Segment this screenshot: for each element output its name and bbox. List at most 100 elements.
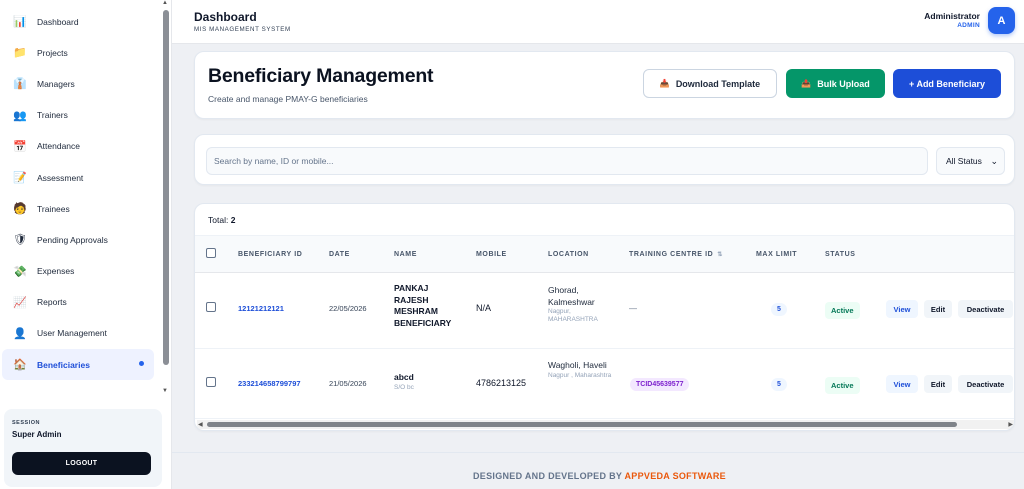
location-cell: Wagholi, Haveli Nagpur , Maharashtra [548,360,618,380]
sidebar-item-trainers[interactable]: 👥 Trainers [0,100,160,131]
mobile-cell: 4786213125 [476,378,527,388]
sort-icon[interactable]: ⇅ [717,252,723,258]
column-header-location[interactable]: LOCATION [548,251,589,258]
add-beneficiary-button[interactable]: + Add Beneficiary [893,69,1001,98]
sidebar-item-managers[interactable]: 👔 Managers [0,68,160,99]
sidebar-item-projects[interactable]: 📁 Projects [0,37,160,68]
sidebar-item-label: Reports [37,297,67,308]
header-subtitle: MIS MANAGEMENT SYSTEM [194,26,291,33]
sidebar-item-user-management[interactable]: 👤 User Management [0,318,160,349]
column-header-date[interactable]: DATE [329,251,350,258]
download-icon: 📥 [659,79,670,88]
footer-text: DESIGNED AND DEVELOPED BY [473,471,623,481]
total-label: Total: [208,215,229,225]
name-cell: abcd S/O bc [394,372,464,392]
deactivate-button[interactable]: Deactivate [958,300,1013,318]
active-indicator-dot [139,361,144,367]
table-row: 233214658799797 21/05/2026 abcd S/O bc 47… [195,349,1014,419]
location-primary: Wagholi, Haveli [548,360,607,370]
search-card: All Status ⌄ [194,134,1015,185]
sidebar-item-beneficiaries[interactable]: 🏠 Beneficiaries [2,349,154,381]
footer: DESIGNED AND DEVELOPED BY APPVEDA SOFTWA… [172,452,1024,489]
training-centre-cell: — [629,304,637,313]
download-template-label: Download Template [675,78,761,89]
footer-brand-link[interactable]: APPVEDA SOFTWARE [625,471,726,481]
sidebar-item-label: Beneficiaries [37,359,90,370]
beneficiary-id-link[interactable]: 233214658799797 [238,379,301,388]
user-name: Administrator [924,11,980,21]
name-primary: abcd [394,372,414,382]
manager-icon: 👔 [13,78,27,91]
column-header-status[interactable]: STATUS [825,251,856,258]
location-primary: Ghorad, Kalmeshwar [548,285,595,307]
upload-icon: 📤 [801,79,812,88]
name-cell: PANKAJ RAJESH MESHRAM BENEFICIARY [394,283,452,328]
view-button[interactable]: View [886,300,918,318]
edit-button[interactable]: Edit [924,300,952,318]
sidebar-item-label: Assessment [37,172,84,183]
sidebar-item-pending-approvals[interactable]: 🛡 Pending Approvals [0,224,160,255]
sidebar-item-attendance[interactable]: 📅 Attendance [0,131,160,162]
user-role: ADMIN [957,22,980,29]
scroll-down-arrow-icon[interactable]: ▼ [162,388,168,394]
max-limit-badge: 5 [771,303,787,316]
column-header-max-limit[interactable]: MAX LIMIT [756,251,797,258]
sidebar-scroll-thumb[interactable] [163,10,169,365]
logout-button[interactable]: LOGOUT [12,452,151,475]
edit-button[interactable]: Edit [924,375,952,393]
view-button[interactable]: View [886,375,918,393]
sidebar-item-label: Trainers [37,110,68,121]
status-filter-select[interactable]: All Status ⌄ [936,147,1005,175]
sidebar-item-label: User Management [37,328,107,339]
total-value: 2 [230,215,236,225]
sidebar-item-label: Expenses [37,266,75,277]
trend-chart-icon: 📈 [13,296,27,309]
bulk-upload-button[interactable]: 📤 Bulk Upload [786,69,885,98]
sidebar-item-label: Pending Approvals [37,234,108,245]
location-secondary: Nagpur, MAHARASHTRA [548,308,598,323]
sidebar-scrollbar[interactable]: ▲ ▼ [162,0,170,400]
page-title: Beneficiary Management [208,65,434,87]
scroll-up-arrow-icon[interactable]: ▲ [162,0,168,6]
row-checkbox[interactable] [206,302,216,312]
footer-credit: DESIGNED AND DEVELOPED BY APPVEDA SOFTWA… [473,471,726,481]
deactivate-button[interactable]: Deactivate [958,375,1013,393]
beneficiary-table-card: Total: 2 BENEFICIARY ID DATE NAME MOBILE… [194,203,1015,431]
location-secondary: Nagpur , Maharashtra [548,371,612,379]
select-all-checkbox[interactable] [206,248,216,258]
page-subtitle: Create and manage PMAY-G beneficiaries [208,94,368,104]
avatar[interactable]: A [988,7,1015,34]
column-header-training-centre-id[interactable]: TRAINING CENTRE ID ⇅ [629,251,723,258]
sidebar-item-reports[interactable]: 📈 Reports [0,287,160,318]
table-scroll-thumb[interactable] [207,422,957,427]
search-input[interactable] [206,147,928,175]
add-beneficiary-label: + Add Beneficiary [909,78,985,89]
sidebar-item-label: Dashboard [37,16,79,27]
sidebar-item-assessment[interactable]: 📝 Assessment [0,162,160,193]
scroll-left-arrow-icon[interactable]: ◀ [198,421,203,428]
training-centre-badge: TCID45639577 [630,378,690,391]
download-template-button[interactable]: 📥 Download Template [643,69,777,98]
sidebar-item-expenses[interactable]: 💸 Expenses [0,256,160,287]
row-checkbox[interactable] [206,377,216,387]
status-filter-value: All Status [946,156,982,166]
user-icon: 👤 [13,327,27,340]
beneficiary-id-link[interactable]: 12121212121 [238,304,284,313]
column-header-beneficiary-id[interactable]: BENEFICIARY ID [238,251,302,258]
max-limit-badge: 5 [771,378,787,391]
table-horizontal-scrollbar[interactable]: ◀ ▶ [197,420,1014,429]
scroll-right-arrow-icon[interactable]: ▶ [1008,421,1013,428]
folder-icon: 📁 [13,47,27,60]
column-header-name[interactable]: NAME [394,251,417,258]
chevron-down-icon: ⌄ [990,156,998,166]
sidebar-nav: 📊 Dashboard 📁 Projects 👔 Managers 👥 Trainers… [0,6,160,381]
sidebar-item-dashboard[interactable]: 📊 Dashboard [0,6,160,37]
sidebar-item-label: Projects [37,47,68,58]
memo-icon: 📝 [13,172,27,185]
column-header-mobile[interactable]: MOBILE [476,251,507,258]
status-badge: Active [825,377,860,394]
sidebar-item-trainees[interactable]: 🧑 Trainees [0,193,160,224]
calendar-icon: 📅 [13,140,27,153]
session-user-name: Super Admin [12,430,62,439]
date-cell: 21/05/2026 [329,379,367,388]
